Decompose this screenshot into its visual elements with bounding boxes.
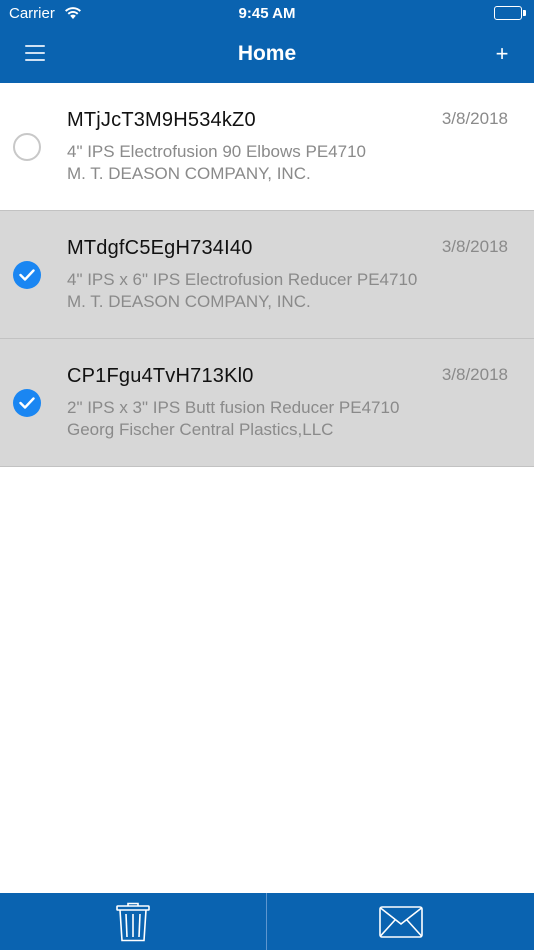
item-date: 3/8/2018 [441, 365, 508, 384]
item-date: 3/8/2018 [441, 109, 508, 128]
status-bar: Carrier 9:45 AM [0, 0, 534, 28]
item-title: MTjJcT3M9H534kZ0 [67, 109, 256, 131]
mail-icon [379, 906, 423, 943]
item-company: M. T. DEASON COMPANY, INC. [67, 292, 311, 311]
item-list: MTjJcT3M9H534kZ0 3/8/2018 4" IPS Electro… [0, 83, 534, 467]
list-item[interactable]: MTjJcT3M9H534kZ0 3/8/2018 4" IPS Electro… [0, 83, 534, 211]
status-time: 9:45 AM [238, 5, 296, 22]
list-item[interactable]: MTdgfC5EgH734I40 3/8/2018 4" IPS x 6" IP… [0, 211, 534, 339]
item-description: 4" IPS Electrofusion 90 Elbows PE4710 [67, 142, 366, 161]
bottom-toolbar [0, 893, 534, 950]
item-title: CP1Fgu4TvH713Kl0 [67, 365, 254, 387]
item-description: 4" IPS x 6" IPS Electrofusion Reducer PE… [67, 270, 418, 289]
trash-icon [116, 902, 150, 947]
delete-button[interactable] [0, 893, 266, 950]
add-button[interactable]: + [490, 41, 514, 67]
item-description: 2" IPS x 3" IPS Butt fusion Reducer PE47… [67, 398, 400, 417]
battery-icon [494, 6, 526, 20]
email-button[interactable] [267, 893, 533, 950]
item-company: Georg Fischer Central Plastics,LLC [67, 420, 334, 439]
app-header: Carrier 9:45 AM Home + [0, 0, 534, 83]
navigation-bar: Home + [0, 28, 534, 83]
item-title: MTdgfC5EgH734I40 [67, 237, 253, 259]
item-date: 3/8/2018 [441, 237, 508, 256]
checkmark-circle-icon[interactable] [13, 261, 41, 289]
item-company: M. T. DEASON COMPANY, INC. [67, 164, 311, 183]
checkmark-circle-icon[interactable] [13, 389, 41, 417]
selection-circle-icon[interactable] [13, 133, 41, 161]
page-title: Home [237, 42, 297, 65]
list-item[interactable]: CP1Fgu4TvH713Kl0 3/8/2018 2" IPS x 3" IP… [0, 339, 534, 467]
